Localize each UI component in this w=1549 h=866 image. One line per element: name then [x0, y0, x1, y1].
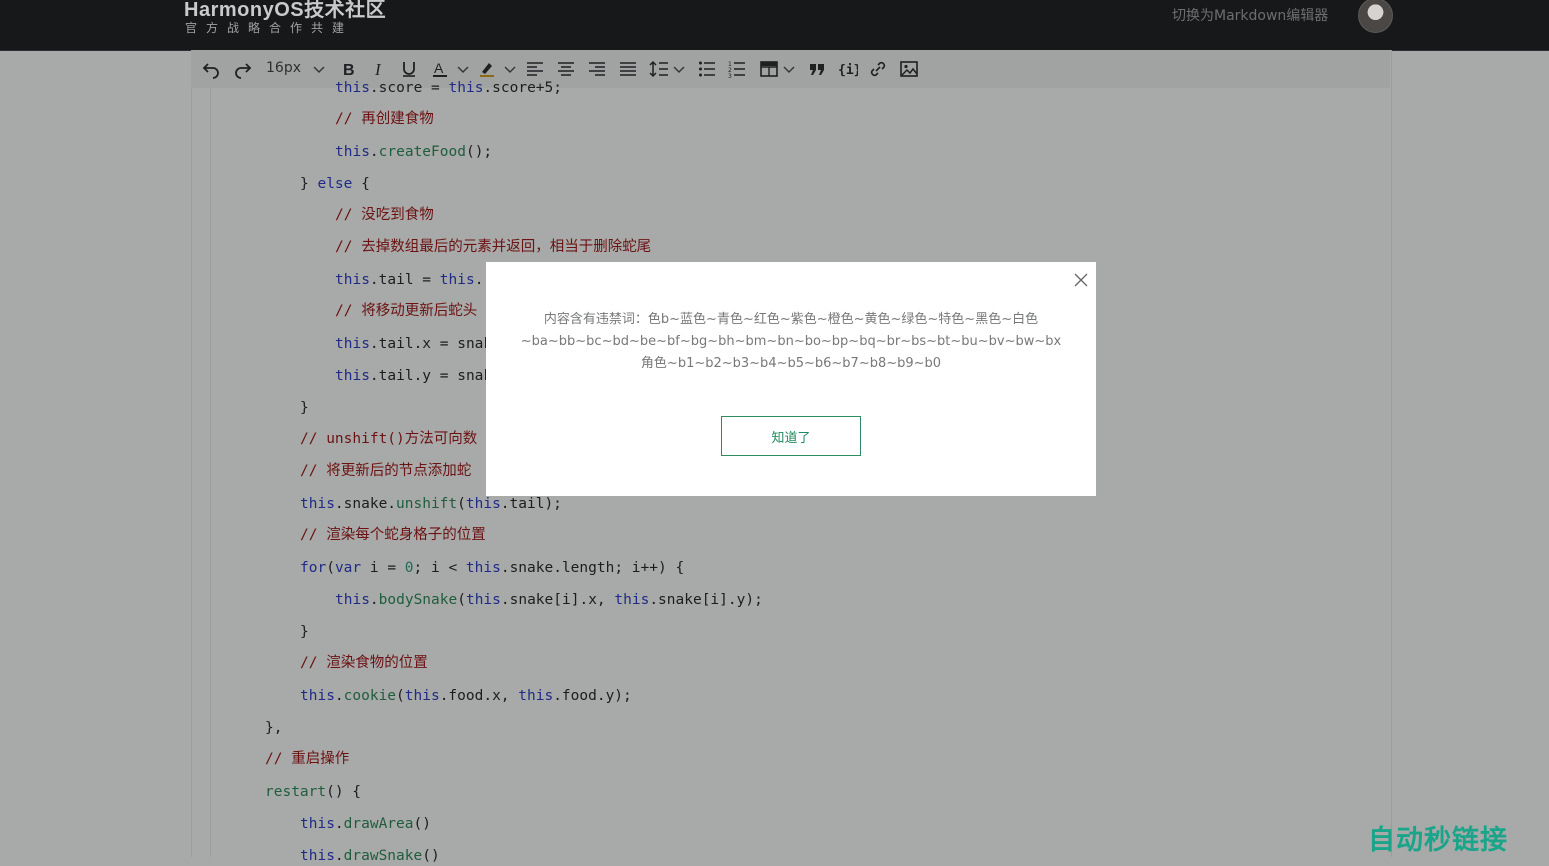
image-icon[interactable] [898, 56, 920, 82]
code-line: this.tail.y = snak [335, 368, 493, 384]
dialog-message-line: 角色~b1~b2~b3~b4~b5~b6~b7~b8~b9~b0 [640, 356, 942, 371]
code-line: this.tail = this. [335, 272, 484, 288]
code-block-icon[interactable]: {i} [837, 56, 859, 82]
svg-text:A: A [434, 60, 444, 76]
code-line: this.bodySnake(this.snake[i].x, this.sna… [335, 592, 763, 608]
code-comment: // 重启操作 [265, 751, 350, 767]
code-comment: // 渲染食物的位置 [300, 655, 428, 671]
code-comment: // 没吃到食物 [335, 207, 434, 223]
svg-text:3: 3 [728, 73, 732, 78]
code-line: this.drawSnake() [300, 848, 440, 864]
code-line: }, [265, 720, 283, 736]
code-line: } [300, 624, 309, 640]
code-line: this.drawArea() [300, 816, 431, 832]
line-height-icon[interactable] [647, 56, 671, 82]
code-line: restart() { [265, 784, 362, 800]
code-line: for(var i = 0; i < this.snake.length; i+… [300, 560, 685, 576]
code-comment: // 去掉数组最后的元素并返回，相当于删除蛇尾 [335, 239, 652, 255]
chevron-down-icon[interactable] [672, 56, 686, 82]
align-justify-icon[interactable] [617, 56, 639, 82]
svg-text:I: I [374, 60, 382, 78]
watermark-logo: 自动秒链接 [1368, 825, 1508, 856]
close-icon[interactable] [1072, 271, 1090, 289]
code-line: this.cookie(this.food.x, this.food.y); [300, 688, 632, 704]
table-icon[interactable] [758, 56, 780, 82]
chevron-down-icon[interactable] [311, 56, 327, 82]
code-comment: // 将移动更新后蛇头 [335, 303, 478, 319]
code-line: } [300, 400, 309, 416]
dialog-message-line: 内容含有违禁词：色b~蓝色~青色~红色~紫色~橙色~黄色~绿色~特色~黑色~白色 [543, 312, 1039, 327]
undo-icon[interactable] [199, 56, 223, 82]
code-comment: // 将更新后的节点添加蛇 [300, 463, 472, 479]
code-line: this.tail.x = snak [335, 336, 493, 352]
code-comment: // unshift()方法可向数 [300, 431, 478, 447]
numbered-list-icon[interactable]: 123 [726, 56, 748, 82]
confirm-button[interactable]: 知道了 [721, 416, 861, 456]
chevron-down-icon[interactable] [782, 56, 796, 82]
code-line: this.snake.unshift(this.tail); [300, 496, 562, 512]
link-icon[interactable] [867, 56, 889, 82]
dialog-message-line: ~ba~bb~bc~bd~be~bf~bg~bh~bm~bn~bo~bp~bq~… [520, 334, 1062, 349]
quote-icon[interactable] [806, 56, 828, 82]
brand-subtitle: 官方战略合作共建 [185, 21, 354, 35]
code-comment: // 渲染每个蛇身格子的位置 [300, 527, 486, 543]
code-line: } else { [300, 176, 370, 192]
dialog-message: 内容含有违禁词：色b~蓝色~青色~红色~紫色~橙色~黄色~绿色~特色~黑色~白色… [496, 309, 1086, 375]
svg-text:{i}: {i} [838, 63, 858, 78]
font-size-select[interactable]: 16px [266, 60, 301, 76]
bullet-list-icon[interactable] [696, 56, 718, 82]
svg-text:B: B [343, 62, 355, 78]
redo-icon[interactable] [231, 56, 255, 82]
code-line: this.createFood(); [335, 144, 493, 160]
switch-markdown-editor-link[interactable]: 切换为Markdown编辑器 [1172, 5, 1328, 25]
alert-dialog [486, 262, 1096, 496]
align-right-icon[interactable] [586, 56, 608, 82]
code-line: this.score = this.score+5; [335, 80, 562, 96]
code-comment: // 再创建食物 [335, 111, 434, 127]
